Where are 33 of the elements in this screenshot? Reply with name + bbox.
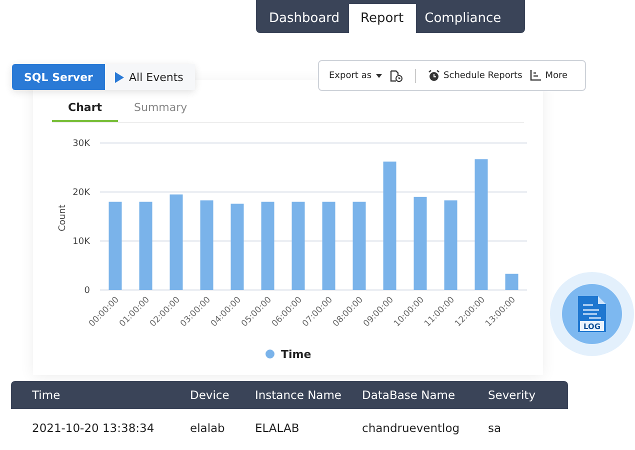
column-header: Severity	[488, 388, 536, 402]
y-tick-label: 20K	[72, 188, 90, 198]
alarm-clock-icon	[428, 70, 440, 82]
y-tick-label: 30K	[72, 139, 90, 149]
nav-tab[interactable]: Compliance	[416, 4, 510, 33]
nav-tab[interactable]: Dashboard	[260, 4, 349, 33]
chart-icon	[530, 70, 542, 81]
report-button[interactable]: All Events	[104, 64, 196, 90]
table-cell-text: ELALAB	[255, 421, 300, 435]
table-cell-text: elalab	[190, 421, 226, 435]
nav-tab[interactable]: Report	[348, 4, 416, 33]
y-tick-label: 10K	[72, 237, 90, 247]
y-tick-label: 0	[84, 286, 90, 296]
export-button[interactable]: Export as	[329, 70, 382, 80]
column-header: Instance Name	[255, 388, 342, 402]
caret-icon	[376, 74, 382, 78]
view-tab[interactable]: Summary	[118, 99, 204, 122]
table-cell-text: chandrueventlog	[362, 421, 461, 435]
schedule-reports-button[interactable]: Schedule Reports	[428, 70, 522, 82]
legend-label: Time	[281, 348, 312, 361]
table-cell-text: sa	[488, 421, 502, 435]
play-icon	[114, 72, 124, 82]
table-cell-text: 2021-10-20 13:38:34	[31, 421, 156, 435]
bar	[505, 274, 518, 290]
source-button[interactable]: SQL Server	[12, 64, 105, 90]
column-header: Time	[31, 388, 62, 402]
column-header: DataBase Name	[362, 388, 456, 402]
column-header: Device	[190, 388, 230, 402]
log-file-icon	[578, 296, 606, 332]
y-axis-label: Count	[58, 204, 68, 232]
more-button[interactable]: More	[530, 70, 568, 81]
file-clock-icon[interactable]	[390, 70, 403, 82]
view-tab[interactable]: Chart	[52, 99, 118, 122]
